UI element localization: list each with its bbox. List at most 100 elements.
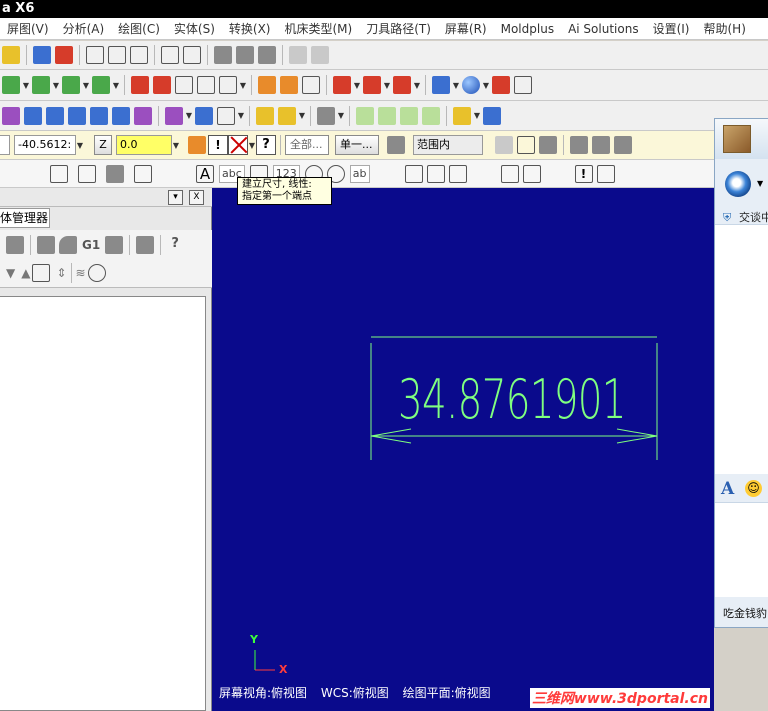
arc-icon[interactable] — [62, 76, 80, 94]
menu-analyze[interactable]: 分析(A) — [56, 18, 112, 40]
menu-xform[interactable]: 转换(X) — [222, 18, 278, 40]
attributes-icon[interactable] — [278, 106, 296, 125]
rotate-icon[interactable] — [90, 106, 108, 125]
horizontal-dim-icon[interactable] — [50, 164, 68, 183]
shape-icon[interactable] — [539, 136, 557, 154]
select-single-button[interactable]: 单一... — [335, 135, 379, 155]
brush-icon[interactable] — [136, 236, 155, 254]
point-icon[interactable] — [2, 76, 20, 94]
lightbulb-icon[interactable] — [453, 106, 471, 125]
project-icon[interactable] — [134, 106, 152, 125]
chevron-down-icon[interactable]: ▼ — [757, 179, 763, 188]
chevron-down-icon[interactable]: ▼ — [452, 81, 460, 90]
close-x-icon[interactable] — [228, 135, 248, 155]
ordinate-icon[interactable] — [134, 164, 152, 183]
menu-toolpaths[interactable]: 刀具路径(T) — [359, 18, 438, 40]
exclaim-icon[interactable]: ! — [208, 135, 228, 155]
grid-icon[interactable] — [131, 76, 149, 94]
z-button[interactable]: Z — [94, 135, 112, 155]
sphere-icon[interactable] — [462, 76, 480, 94]
chevron-down-icon[interactable]: ▼ — [52, 81, 60, 90]
triangle-up-icon[interactable]: ▲ — [21, 266, 30, 280]
menu-moldplus[interactable]: Moldplus — [494, 18, 561, 40]
menu-screen[interactable]: 屏幕(R) — [438, 18, 494, 40]
multi-edit-icon[interactable] — [522, 164, 541, 183]
range-select[interactable]: 范围内 — [413, 135, 483, 155]
cylinder-icon[interactable] — [92, 76, 110, 94]
help-question-icon[interactable]: ? — [165, 235, 185, 255]
mirror-icon[interactable] — [68, 106, 86, 125]
solid-icon[interactable] — [363, 76, 381, 94]
nest-icon[interactable] — [195, 106, 213, 125]
menu-help[interactable]: 帮助(H) — [696, 18, 752, 40]
tool-icon[interactable] — [214, 46, 232, 64]
fit-icon[interactable] — [86, 46, 104, 64]
chain-icon[interactable] — [495, 136, 513, 154]
gear-icon[interactable] — [197, 76, 215, 94]
chevron-down-icon[interactable]: ▼ — [185, 111, 193, 120]
up-down-icon[interactable]: ⇕ — [56, 266, 66, 280]
resize-icon[interactable] — [483, 106, 501, 125]
settings-tool-icon[interactable] — [258, 46, 276, 64]
chevron-down-icon[interactable]: ▼ — [112, 81, 120, 90]
webcam-icon[interactable] — [725, 171, 751, 197]
lock-icon[interactable] — [106, 164, 124, 183]
z-depth-input[interactable]: 0.0 — [116, 135, 172, 155]
hex-icon-3[interactable] — [614, 136, 632, 154]
hex-icon-2[interactable] — [592, 136, 610, 154]
funnel-icon[interactable] — [2, 46, 20, 64]
grid-box-icon[interactable] — [302, 76, 320, 94]
hatch-icon[interactable] — [404, 164, 423, 183]
solid-box-icon-3[interactable] — [400, 106, 418, 125]
warning-icon[interactable]: ! — [574, 164, 593, 183]
translate-icon[interactable] — [24, 106, 42, 125]
clear-tx-icon[interactable] — [6, 236, 24, 254]
font-icon[interactable]: A — [721, 479, 734, 499]
chat-history[interactable] — [715, 224, 768, 474]
chevron-down-icon[interactable]: ▼ — [82, 81, 90, 90]
regen-icon[interactable] — [500, 164, 519, 183]
cursor-icon[interactable] — [517, 136, 535, 154]
redo-icon[interactable] — [311, 46, 329, 64]
wcs-status[interactable]: WCS:俯视图 — [321, 686, 389, 700]
graphics-viewport[interactable]: 34.8761901 Y X 屏幕视角:俯视图 WCS:俯视图 绘图平面:俯视图… — [212, 188, 714, 711]
solid-box-icon-2[interactable] — [378, 106, 396, 125]
select-mode-icon[interactable] — [387, 136, 405, 154]
trim-icon[interactable] — [258, 76, 276, 94]
chevron-down-icon[interactable]: ▼ — [298, 111, 306, 120]
drawing-plane-status[interactable]: 绘图平面:俯视图 — [403, 686, 491, 700]
offset-icon[interactable] — [46, 106, 64, 125]
pencil-icon[interactable] — [175, 76, 193, 94]
square-icon[interactable] — [37, 236, 55, 254]
menu-view[interactable]: 屏图(V) — [0, 18, 56, 40]
panel-close-button[interactable]: X — [189, 190, 204, 205]
chat-input[interactable] — [715, 502, 768, 597]
cube-icon[interactable] — [219, 76, 237, 94]
gear-icon[interactable] — [87, 264, 106, 282]
text-a-icon[interactable]: A — [196, 164, 214, 183]
chevron-down-icon[interactable]: ▼ — [239, 81, 247, 90]
zoom-out-icon[interactable] — [161, 46, 179, 64]
chevron-down-icon[interactable]: ▼ — [482, 81, 490, 90]
vertical-dim-icon[interactable] — [78, 164, 96, 183]
tab-solids-manager[interactable]: 体管理器 — [0, 208, 50, 228]
wave-icon[interactable]: ≋ — [76, 266, 86, 280]
chevron-down-icon[interactable]: ▼ — [413, 81, 421, 90]
menu-ai-solutions[interactable]: Ai Solutions — [561, 18, 646, 40]
ab-label-icon[interactable]: ab — [349, 164, 370, 183]
break-icon[interactable] — [280, 76, 298, 94]
operations-tree[interactable] — [0, 296, 206, 711]
coordinate-input[interactable]: -40.5612: — [14, 135, 76, 155]
move-icon[interactable] — [32, 264, 51, 282]
transform-icon[interactable] — [2, 106, 20, 125]
wireframe-cube-icon[interactable] — [514, 76, 532, 94]
fast-point-icon[interactable] — [188, 136, 206, 154]
chevron-down-icon[interactable]: ▼ — [337, 111, 345, 120]
wrench-icon[interactable] — [236, 46, 254, 64]
highlighter-icon[interactable] — [256, 106, 274, 125]
solid-box-icon[interactable] — [356, 106, 374, 125]
repaint-icon[interactable] — [55, 46, 73, 64]
chevron-down-icon[interactable]: ▼ — [172, 141, 180, 150]
menu-machine-type[interactable]: 机床类型(M) — [277, 18, 359, 40]
line-icon[interactable] — [32, 76, 50, 94]
